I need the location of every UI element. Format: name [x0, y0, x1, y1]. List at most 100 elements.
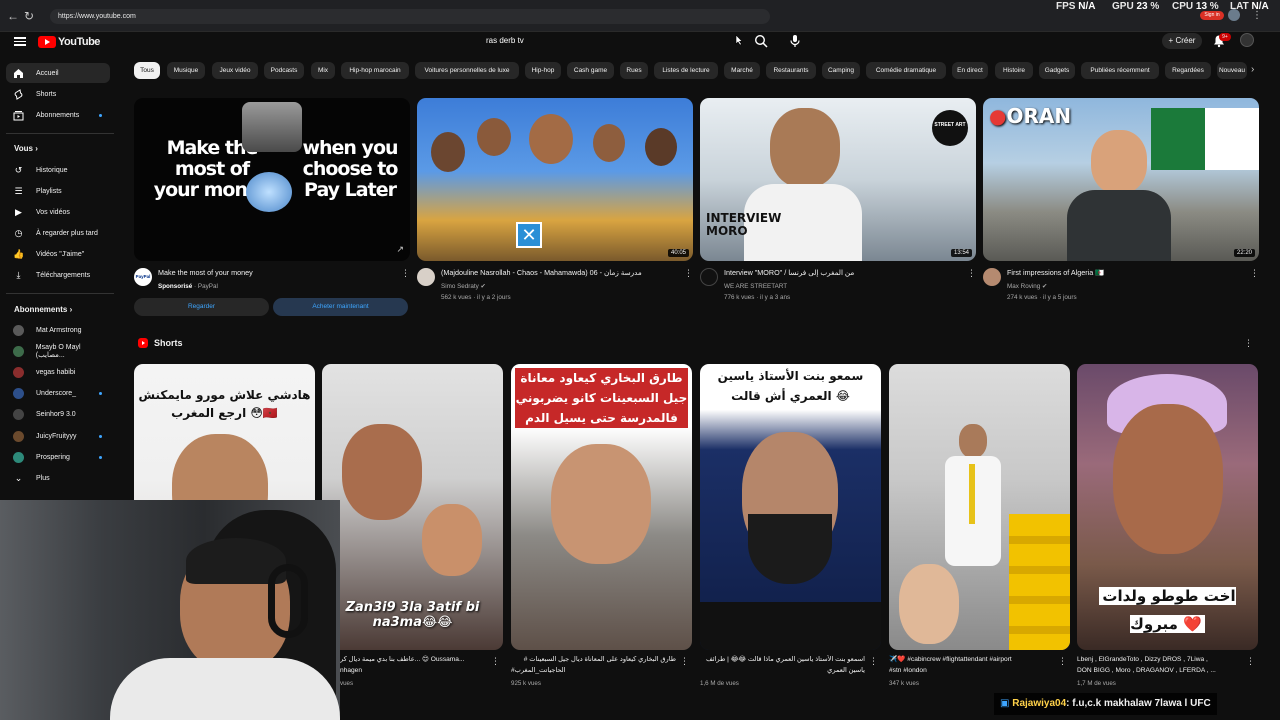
create-button[interactable]: + Créer — [1162, 33, 1202, 49]
more-options-icon[interactable]: ⋮ — [967, 268, 976, 279]
video-title[interactable]: (Majdouline Nasrollah - Chaos - Mahamawd… — [441, 268, 681, 278]
short-thumbnail[interactable]: اخت طوطو ولدات مبروك ❤️ — [1077, 364, 1258, 650]
more-options-icon[interactable]: ⋮ — [1250, 268, 1259, 279]
sidebar-item-watch-later[interactable]: ◷ À regarder plus tard — [6, 223, 110, 243]
channel-name[interactable]: WE ARE STREETART — [724, 283, 787, 290]
account-avatar[interactable] — [1240, 33, 1254, 47]
person-image — [529, 114, 573, 164]
short-title[interactable]: عاطف بنا بدي ميمة ديال كر... 😊 Oussama..… — [340, 655, 490, 664]
youtube-logo[interactable]: YouTube — [38, 35, 100, 49]
sidebar-item-playlists[interactable]: ☰ Playlists — [6, 181, 110, 201]
sidebar-sub-channel[interactable]: Prospering — [6, 447, 110, 467]
chip[interactable]: Marché — [724, 62, 760, 79]
channel-name[interactable]: Simo Sedraty ✔ — [441, 283, 486, 290]
more-options-icon[interactable]: ⋮ — [401, 268, 410, 279]
advertiser-avatar[interactable]: PayPal — [134, 268, 152, 286]
back-icon[interactable]: ← — [6, 9, 20, 23]
sidebar-item-subscriptions[interactable]: Abonnements — [6, 105, 110, 125]
video-thumbnail[interactable]: INTERVIEW MORO STREET ART 13:54 — [700, 98, 976, 261]
chip[interactable]: Restaurants — [766, 62, 816, 79]
channel-avatar[interactable] — [983, 268, 1001, 286]
more-options-icon[interactable]: ⋮ — [680, 656, 689, 667]
sidebar-item-more[interactable]: ⌄ Plus — [6, 468, 110, 488]
buy-now-button[interactable]: Acheter maintenant — [273, 298, 408, 316]
search-icon[interactable] — [754, 34, 768, 48]
channel-avatar[interactable] — [700, 268, 718, 286]
video-title[interactable]: Interview "MORO" / من المغرب إلى فرنسا — [724, 268, 964, 278]
chip[interactable]: Camping — [822, 62, 860, 79]
video-title[interactable]: First impressions of Algeria 🇩🇿 — [1007, 268, 1247, 278]
sidebar-item-downloads[interactable]: ⤓ Téléchargements — [6, 265, 110, 285]
sidebar-item-home[interactable]: Accueil — [6, 63, 110, 83]
short-thumbnail[interactable] — [889, 364, 1070, 650]
sidebar-item-label: Shorts — [36, 90, 57, 98]
chip[interactable]: Publiées récemment — [1081, 62, 1159, 79]
short-title-line2[interactable]: #stn #london — [889, 666, 1054, 675]
sidebar-sub-channel[interactable]: Msayb O Mayl (مصايب... — [6, 341, 110, 361]
address-bar[interactable]: https://www.youtube.com — [50, 9, 770, 24]
sidebar-sub-channel[interactable]: vegas habibi — [6, 362, 110, 382]
chevron-right-icon[interactable]: › — [1251, 64, 1254, 75]
chip-all[interactable]: Tous — [134, 62, 160, 79]
sidebar-sub-channel[interactable]: Mat Armstrong — [6, 320, 110, 340]
channel-name[interactable]: Max Roving ✔ — [1007, 283, 1047, 290]
chip[interactable]: Comédie dramatique — [866, 62, 946, 79]
short-thumbnail[interactable]: طارق البخاري كيعاود معاناة جيل السبعينات… — [511, 364, 692, 650]
more-options-icon[interactable]: ⋮ — [1244, 338, 1253, 349]
sidebar-subscriptions-heading[interactable]: Abonnements › — [14, 305, 72, 314]
chip[interactable]: Hip-hop — [525, 62, 561, 79]
microphone-icon[interactable] — [789, 34, 801, 48]
short-title-line2[interactable]: #الحاجياتت_المغرب — [511, 666, 676, 675]
browser-profile-avatar[interactable] — [1228, 9, 1240, 21]
chip[interactable]: Musique — [167, 62, 205, 79]
chip[interactable]: Gadgets — [1039, 62, 1075, 79]
chip[interactable]: Voitures personnelles de luxe — [415, 62, 519, 79]
sidebar-sub-channel[interactable]: Seinhor9 3.0 — [6, 404, 110, 424]
chip[interactable]: Jeux vidéo — [212, 62, 258, 79]
chip[interactable]: En direct — [952, 62, 988, 79]
short-title-line2[interactable]: DON BIGG , Moro , DRAGANOV , LFERDA , ..… — [1077, 666, 1242, 675]
chip[interactable]: Nouveau — [1217, 62, 1247, 79]
sidebar-you-heading[interactable]: Vous › — [14, 144, 38, 153]
more-options-icon[interactable]: ⋮ — [869, 656, 878, 667]
video-thumbnail[interactable]: ✕ 40:05 — [417, 98, 693, 261]
chip[interactable]: Hip-hop marocain — [341, 62, 409, 79]
ad-thumbnail[interactable]: Make the most of your money when you cho… — [134, 98, 410, 261]
search-input[interactable]: ras derb tv — [478, 31, 746, 51]
more-options-icon[interactable]: ⋮ — [1058, 656, 1067, 667]
sidebar-item-history[interactable]: ↺ Historique — [6, 160, 110, 180]
chip[interactable]: Mix — [311, 62, 335, 79]
short-title-line2[interactable]: nhagen — [340, 666, 490, 675]
sidebar-item-your-videos[interactable]: ▶ Vos vidéos — [6, 202, 110, 222]
chip[interactable]: Podcasts — [264, 62, 304, 79]
short-thumbnail[interactable]: Zan3i9 3la 3atif bi na3ma😂😂 — [322, 364, 503, 650]
chip[interactable]: Cash game — [567, 62, 614, 79]
sidebar-item-shorts[interactable]: Shorts — [6, 84, 110, 104]
more-options-icon[interactable]: ⋮ — [1246, 656, 1255, 667]
short-title[interactable]: Lbenj , ElGrandeToto , Dizzy DROS , 7Liw… — [1077, 655, 1242, 664]
sign-in-chip[interactable]: Sign in — [1200, 11, 1224, 20]
chip[interactable]: Regardées — [1165, 62, 1211, 79]
chip[interactable]: Rues — [620, 62, 648, 79]
person-image — [431, 132, 465, 172]
watch-button[interactable]: Regarder — [134, 298, 269, 316]
sidebar-sub-channel[interactable]: JuicyFruityyy — [6, 426, 110, 446]
sidebar-item-liked-videos[interactable]: 👍 Vidéos "J'aime" — [6, 244, 110, 264]
short-title[interactable]: ✈️❤️ #cabincrew #flightattendant #airpor… — [889, 655, 1054, 664]
video-title[interactable]: Make the most of your money — [158, 268, 398, 278]
short-title-line2[interactable]: ياسين العمري — [700, 666, 865, 675]
short-title[interactable]: اسمعو بنت الأستاذ ياسين العمري ماذا قالت… — [700, 655, 865, 664]
sidebar-sub-channel[interactable]: Underscore_ — [6, 383, 110, 403]
chip[interactable]: Histoire — [995, 62, 1033, 79]
video-thumbnail[interactable]: ●ORAN 22:20 — [983, 98, 1259, 261]
verified-icon: ✔ — [480, 283, 486, 290]
reload-icon[interactable]: ↻ — [22, 9, 36, 23]
channel-avatar[interactable] — [417, 268, 435, 286]
short-title[interactable]: طارق البخاري كيعاود على المعاناة ديال جي… — [511, 655, 676, 664]
chip[interactable]: Listes de lecture — [654, 62, 718, 79]
hamburger-menu-icon[interactable] — [14, 35, 26, 47]
short-thumbnail[interactable]: سمعو بنت الأستاذ ياسين العمري أش قالت 😂 — [700, 364, 881, 650]
more-options-icon[interactable]: ⋮ — [684, 268, 693, 279]
more-options-icon[interactable]: ⋮ — [491, 656, 500, 667]
browser-menu-icon[interactable]: ⋮ — [1252, 10, 1262, 21]
